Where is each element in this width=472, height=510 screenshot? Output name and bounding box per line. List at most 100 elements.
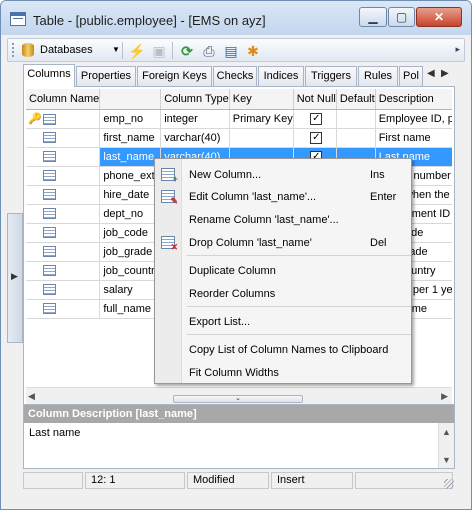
menu-item-label: Reorder Columns bbox=[189, 288, 276, 300]
row-indicator[interactable] bbox=[26, 147, 101, 167]
cell-column-name[interactable]: job_grade bbox=[99, 242, 162, 262]
cursor-position: 12: 1 bbox=[85, 472, 185, 489]
column-row-icon bbox=[43, 208, 56, 220]
menu-item-shortcut: Enter bbox=[370, 191, 397, 203]
chevron-left-icon[interactable]: ◀ bbox=[427, 68, 435, 79]
drop-column-item[interactable]: ✕ Drop Column 'last_name' Del bbox=[155, 233, 411, 253]
edit-mode: Insert bbox=[271, 472, 353, 489]
edit-column-item[interactable]: ✎ Edit Column 'last_name'... Enter bbox=[155, 187, 411, 207]
refresh-icon[interactable]: ⟳ bbox=[178, 42, 196, 60]
compile-icon[interactable]: ⚡ bbox=[128, 42, 146, 60]
column-header-name[interactable] bbox=[99, 89, 162, 110]
minimize-button[interactable]: ▁ bbox=[359, 7, 387, 27]
cell-column-name[interactable]: emp_no bbox=[99, 109, 162, 129]
tab-triggers[interactable]: Triggers bbox=[305, 66, 357, 86]
tab-columns[interactable]: Columns bbox=[23, 64, 75, 87]
maximize-button[interactable]: ▢ bbox=[388, 7, 415, 27]
column-header-default[interactable]: Default bbox=[336, 89, 376, 110]
databases-dropdown-label[interactable]: Databases bbox=[40, 44, 93, 56]
cell-column-name[interactable]: job_country bbox=[99, 261, 162, 281]
table-row[interactable]: first_name varchar(40) ✓ First name bbox=[26, 128, 452, 148]
column-row-icon bbox=[43, 303, 56, 315]
cell-default[interactable] bbox=[336, 128, 376, 148]
close-button[interactable]: ✕ bbox=[416, 7, 462, 27]
vertical-scrollbar[interactable]: ▲ ▼ bbox=[438, 423, 454, 468]
tab-properties[interactable]: Properties bbox=[76, 66, 136, 86]
status-empty-cell bbox=[23, 472, 83, 489]
tab-policies[interactable]: Pol bbox=[399, 66, 423, 86]
column-header-not-null[interactable]: Not Null bbox=[293, 89, 337, 110]
toolbar-options-icon[interactable]: ▸ bbox=[455, 44, 460, 55]
column-header-description[interactable]: Description bbox=[375, 89, 452, 110]
cell-column-name[interactable]: full_name bbox=[99, 299, 162, 319]
cell-key[interactable]: Primary Key bbox=[229, 109, 294, 129]
scroll-right-icon[interactable]: ▶ bbox=[441, 391, 448, 402]
scroll-up-icon[interactable]: ▲ bbox=[442, 427, 451, 437]
tab-foreign-keys[interactable]: Foreign Keys bbox=[137, 66, 212, 86]
chevron-right-icon[interactable]: ▶ bbox=[441, 68, 449, 79]
table-row[interactable]: 🔑 emp_no integer Primary Key ✓ Employee ID, p bbox=[26, 109, 452, 129]
description-textarea[interactable]: Last name bbox=[29, 427, 80, 439]
duplicate-column-item[interactable]: Duplicate Column bbox=[155, 261, 411, 281]
edit-column-icon: ✎ bbox=[161, 190, 178, 206]
cell-key[interactable] bbox=[229, 128, 294, 148]
chevron-down-icon[interactable]: ▼ bbox=[112, 45, 120, 54]
cell-column-name[interactable]: job_code bbox=[99, 223, 162, 243]
row-indicator[interactable]: 🔑 bbox=[26, 109, 101, 129]
column-header-column[interactable]: Column Name bbox=[26, 89, 101, 110]
row-indicator[interactable] bbox=[26, 261, 101, 281]
cell-column-name[interactable]: salary bbox=[99, 280, 162, 300]
cell-column-name[interactable]: hire_date bbox=[99, 185, 162, 205]
new-column-item[interactable]: + New Column... Ins bbox=[155, 165, 411, 185]
menu-separator bbox=[187, 255, 411, 256]
tab-indices[interactable]: Indices bbox=[258, 66, 304, 86]
print-icon[interactable]: ⎙ bbox=[200, 42, 218, 60]
row-indicator[interactable] bbox=[26, 280, 101, 300]
scroll-down-icon[interactable]: ▼ bbox=[442, 455, 451, 465]
reorder-columns-item[interactable]: Reorder Columns bbox=[155, 284, 411, 304]
cell-column-type[interactable]: integer bbox=[160, 109, 230, 129]
cell-column-name[interactable]: phone_ext bbox=[99, 166, 162, 186]
tab-rules[interactable]: Rules bbox=[358, 66, 398, 86]
column-row-icon bbox=[43, 284, 56, 296]
cell-column-name[interactable]: dept_no bbox=[99, 204, 162, 224]
column-header-key[interactable]: Key bbox=[229, 89, 294, 110]
not-null-checkbox[interactable]: ✓ bbox=[310, 131, 323, 144]
modified-state: Modified bbox=[187, 472, 269, 489]
row-indicator[interactable] bbox=[26, 185, 101, 205]
toolbar-grip[interactable] bbox=[12, 43, 15, 57]
toolbar-separator bbox=[172, 42, 173, 59]
column-header-type[interactable]: Column Type bbox=[160, 89, 230, 110]
resize-grip-icon[interactable] bbox=[444, 479, 454, 489]
cell-not-null[interactable]: ✓ bbox=[293, 128, 337, 148]
row-indicator[interactable] bbox=[26, 166, 101, 186]
menu-separator bbox=[187, 306, 411, 307]
chevron-right-icon[interactable]: ▶ bbox=[11, 271, 18, 282]
commit-icon[interactable]: ▣ bbox=[150, 42, 168, 60]
cell-not-null[interactable]: ✓ bbox=[293, 109, 337, 129]
fit-column-widths-item[interactable]: Fit Column Widths bbox=[155, 363, 411, 383]
drop-column-icon: ✕ bbox=[161, 236, 178, 252]
cell-column-type[interactable]: varchar(40) bbox=[160, 128, 230, 148]
row-indicator[interactable] bbox=[26, 204, 101, 224]
cell-default[interactable] bbox=[336, 109, 376, 129]
copy-column-names-item[interactable]: Copy List of Column Names to Clipboard bbox=[155, 340, 411, 360]
row-indicator[interactable] bbox=[26, 223, 101, 243]
cell-description[interactable]: Employee ID, p bbox=[375, 109, 452, 129]
row-indicator[interactable] bbox=[26, 242, 101, 262]
table-editor-window: Table - [public.employee] - [EMS on ayz]… bbox=[0, 0, 472, 510]
tab-checks[interactable]: Checks bbox=[213, 66, 257, 86]
scroll-left-icon[interactable]: ◀ bbox=[28, 391, 35, 402]
cell-description[interactable]: First name bbox=[375, 128, 452, 148]
cell-column-name[interactable]: first_name bbox=[99, 128, 162, 148]
export-icon[interactable]: ▤ bbox=[222, 42, 240, 60]
title-bar[interactable]: Table - [public.employee] - [EMS on ayz]… bbox=[1, 1, 471, 35]
not-null-checkbox[interactable]: ✓ bbox=[310, 112, 323, 125]
cell-column-name[interactable]: last_name bbox=[99, 147, 162, 167]
export-list-item[interactable]: Export List... bbox=[155, 312, 411, 332]
row-indicator[interactable] bbox=[26, 128, 101, 148]
rename-column-item[interactable]: Rename Column 'last_name'... bbox=[155, 210, 411, 230]
row-indicator[interactable] bbox=[26, 299, 101, 319]
gear-icon[interactable]: ✱ bbox=[244, 42, 262, 60]
panel-splitter[interactable]: ⌄ bbox=[173, 395, 303, 403]
